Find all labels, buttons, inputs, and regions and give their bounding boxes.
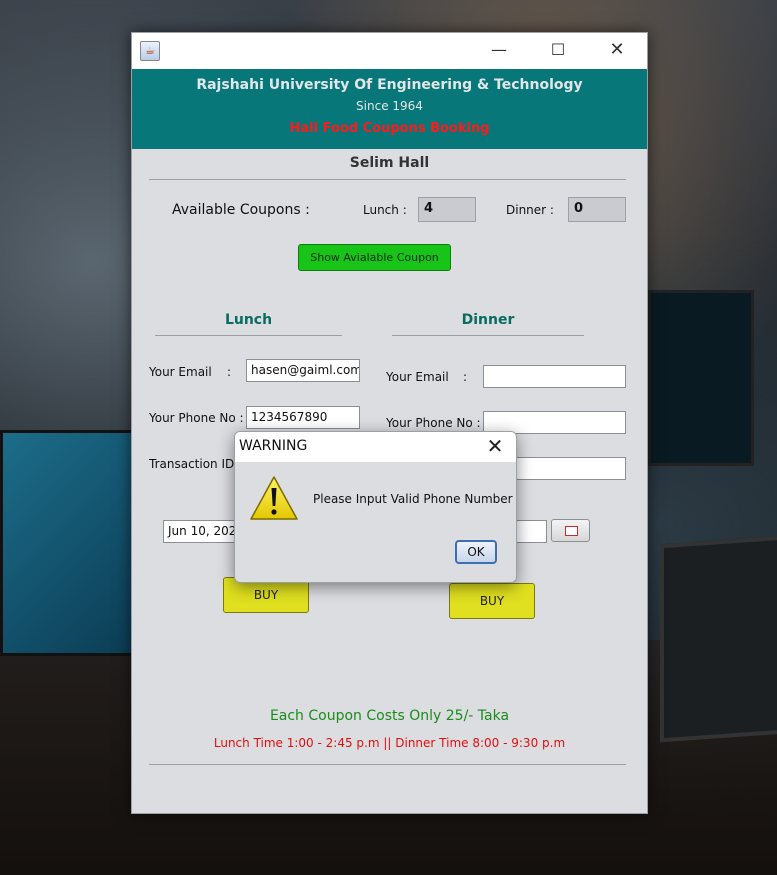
app-window: ☕ — ☐ ✕ Rajshahi University Of Engineeri… bbox=[131, 32, 648, 814]
dinner-count-label: Dinner : bbox=[506, 203, 554, 217]
ok-button[interactable]: OK bbox=[455, 540, 497, 564]
background-monitor-right bbox=[648, 290, 754, 466]
dialog-close-button[interactable]: ✕ bbox=[483, 434, 507, 458]
warning-dialog: WARNING ✕ Please Input Valid Phone Numbe… bbox=[234, 431, 517, 583]
dinner-phone-label: Your Phone No : bbox=[386, 416, 481, 430]
dialog-title: WARNING bbox=[239, 438, 308, 454]
maximize-button[interactable]: ☐ bbox=[543, 39, 573, 61]
lunch-phone-field[interactable]: 1234567890 bbox=[246, 406, 360, 429]
hall-name: Selim Hall bbox=[349, 155, 430, 171]
dinner-email-label: Your Email bbox=[386, 370, 449, 384]
dialog-message: Please Input Valid Phone Number bbox=[313, 492, 513, 506]
dinner-count-value: 0 bbox=[568, 197, 626, 222]
lunch-section-title: Lunch bbox=[224, 312, 273, 328]
lunch-email-label: Your Email bbox=[149, 365, 212, 379]
university-name: Rajshahi University Of Engineering & Tec… bbox=[196, 77, 583, 93]
dinner-email-colon: : bbox=[463, 370, 468, 384]
close-button[interactable]: ✕ bbox=[602, 39, 632, 61]
meal-times-text: Lunch Time 1:00 - 2:45 p.m || Dinner Tim… bbox=[213, 736, 566, 750]
lunch-email-colon: : bbox=[227, 365, 232, 379]
title-bar[interactable]: ☕ — ☐ ✕ bbox=[132, 33, 647, 69]
dinner-section-title: Dinner bbox=[461, 312, 515, 328]
coupon-cost-text: Each Coupon Costs Only 25/- Taka bbox=[269, 708, 510, 724]
show-available-coupon-button[interactable]: Show Avialable Coupon bbox=[298, 244, 451, 271]
calendar-icon bbox=[565, 526, 578, 536]
header-banner: Rajshahi University Of Engineering & Tec… bbox=[132, 69, 647, 149]
divider-bottom bbox=[149, 764, 626, 765]
warning-icon bbox=[250, 476, 298, 520]
lunch-phone-label: Your Phone No : bbox=[149, 411, 244, 425]
lunch-count-value: 4 bbox=[418, 197, 476, 222]
since-text: Since 1964 bbox=[356, 99, 423, 113]
dinner-email-field[interactable] bbox=[483, 365, 626, 388]
java-cup-icon: ☕ bbox=[140, 41, 160, 61]
lunch-transaction-label: Transaction ID : bbox=[149, 457, 243, 471]
dinner-date-picker-button[interactable] bbox=[551, 519, 590, 542]
lunch-email-field[interactable]: hasen@gaiml.com bbox=[246, 359, 360, 382]
background-laptop bbox=[660, 535, 777, 743]
minimize-button[interactable]: — bbox=[484, 39, 514, 61]
divider-top bbox=[149, 179, 626, 180]
available-coupons-label: Available Coupons : bbox=[172, 202, 310, 218]
dinner-buy-button[interactable]: BUY bbox=[449, 583, 535, 619]
booking-title: Hall Food Coupons Booking bbox=[289, 121, 490, 136]
dialog-title-bar[interactable]: WARNING ✕ bbox=[235, 432, 516, 462]
lunch-count-label: Lunch : bbox=[363, 203, 407, 217]
lunch-divider bbox=[155, 335, 342, 336]
dinner-divider bbox=[392, 335, 584, 336]
